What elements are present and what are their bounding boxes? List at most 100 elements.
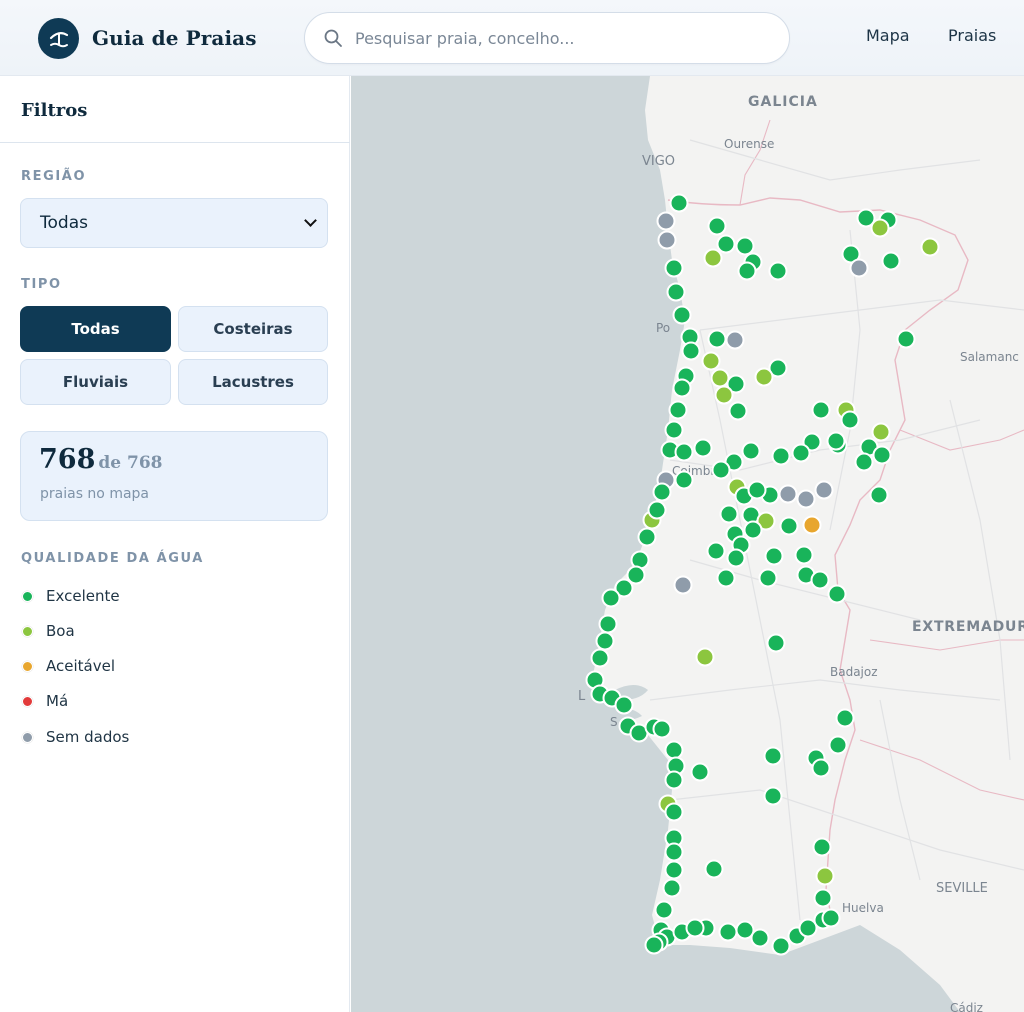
beach-marker[interactable] [674,442,694,462]
beach-marker[interactable] [828,735,848,755]
beach-marker[interactable] [716,234,736,254]
beach-marker[interactable] [669,193,689,213]
region-select[interactable]: Todas [20,198,328,248]
type-fluviais-button[interactable]: Fluviais [20,359,171,405]
beach-marker[interactable] [835,708,855,728]
beach-marker[interactable] [716,568,736,588]
nav-praias-link[interactable]: Praias [948,26,996,45]
beach-marker[interactable] [870,218,890,238]
beach-marker[interactable] [763,746,783,766]
beach-marker[interactable] [719,504,739,524]
beach-marker[interactable] [896,329,916,349]
beach-marker[interactable] [881,251,901,271]
beach-marker[interactable] [810,570,830,590]
beach-marker[interactable] [741,441,761,461]
beach-marker[interactable] [701,351,721,371]
beach-marker[interactable] [813,888,833,908]
beach-marker[interactable] [664,420,684,440]
beach-marker[interactable] [664,802,684,822]
beach-marker[interactable] [595,631,615,651]
beach-marker[interactable] [811,758,831,778]
beach-marker[interactable] [672,378,692,398]
beach-marker[interactable] [598,614,618,634]
beach-marker[interactable] [872,445,892,465]
beach-marker[interactable] [754,367,774,387]
beach-marker[interactable] [664,860,684,880]
beach-marker[interactable] [695,647,715,667]
beach-marker[interactable] [664,842,684,862]
beach-marker[interactable] [647,500,667,520]
beach-marker[interactable] [764,546,784,566]
beach-marker[interactable] [664,258,684,278]
beach-marker[interactable] [735,236,755,256]
beach-marker[interactable] [681,341,701,361]
beach-marker[interactable] [710,368,730,388]
beach-marker[interactable] [673,575,693,595]
type-lacustres-button[interactable]: Lacustres [178,359,328,405]
beach-marker[interactable] [652,482,672,502]
beach-marker[interactable] [656,211,676,231]
beach-marker[interactable] [662,878,682,898]
beach-marker[interactable] [814,480,834,500]
beach-marker[interactable] [796,489,816,509]
beach-marker[interactable] [747,480,767,500]
beach-marker[interactable] [791,443,811,463]
beach-marker[interactable] [707,216,727,236]
beach-marker[interactable] [802,515,822,535]
beach-marker[interactable] [743,520,763,540]
beach-marker[interactable] [849,258,869,278]
beach-marker[interactable] [812,837,832,857]
beach-marker[interactable] [821,908,841,928]
beach-marker[interactable] [826,431,846,451]
beach-map[interactable]: GALICIA Ourense VIGO Po Salamanc Coimbra… [351,76,1024,1012]
beach-marker[interactable] [664,770,684,790]
beach-marker[interactable] [811,400,831,420]
beach-marker[interactable] [707,329,727,349]
beach-marker[interactable] [644,935,664,955]
beach-marker[interactable] [714,385,734,405]
beach-marker[interactable] [779,516,799,536]
beach-marker[interactable] [637,527,657,547]
nav-mapa-link[interactable]: Mapa [866,26,910,45]
beach-marker[interactable] [840,410,860,430]
beach-marker[interactable] [771,446,791,466]
beach-marker[interactable] [869,485,889,505]
beach-marker[interactable] [666,282,686,302]
beach-marker[interactable] [725,330,745,350]
beach-marker[interactable] [704,859,724,879]
beach-marker[interactable] [614,695,634,715]
beach-marker[interactable] [737,261,757,281]
search-input[interactable] [355,28,755,48]
beach-marker[interactable] [664,740,684,760]
beach-marker[interactable] [652,719,672,739]
beach-marker[interactable] [657,230,677,250]
beach-marker[interactable] [668,400,688,420]
beach-marker[interactable] [871,422,891,442]
beach-marker[interactable] [763,786,783,806]
beach-marker[interactable] [854,452,874,472]
beach-marker[interactable] [768,261,788,281]
beach-marker[interactable] [794,545,814,565]
beach-marker[interactable] [693,438,713,458]
beach-marker[interactable] [758,568,778,588]
beach-marker[interactable] [706,541,726,561]
beach-marker[interactable] [750,928,770,948]
beach-marker[interactable] [728,401,748,421]
type-costeiras-button[interactable]: Costeiras [178,306,328,352]
beach-marker[interactable] [726,548,746,568]
beach-marker[interactable] [827,584,847,604]
beach-marker[interactable] [590,648,610,668]
beach-marker[interactable] [766,633,786,653]
beach-marker[interactable] [815,866,835,886]
beach-marker[interactable] [690,762,710,782]
type-todas-button[interactable]: Todas [20,306,171,352]
beach-marker[interactable] [771,936,791,956]
beach-marker[interactable] [718,922,738,942]
beach-marker[interactable] [601,588,621,608]
beach-marker[interactable] [654,900,674,920]
beach-marker[interactable] [920,237,940,257]
search-bar[interactable] [304,12,790,64]
beach-marker[interactable] [674,470,694,490]
beach-marker[interactable] [778,484,798,504]
beach-marker[interactable] [672,305,692,325]
